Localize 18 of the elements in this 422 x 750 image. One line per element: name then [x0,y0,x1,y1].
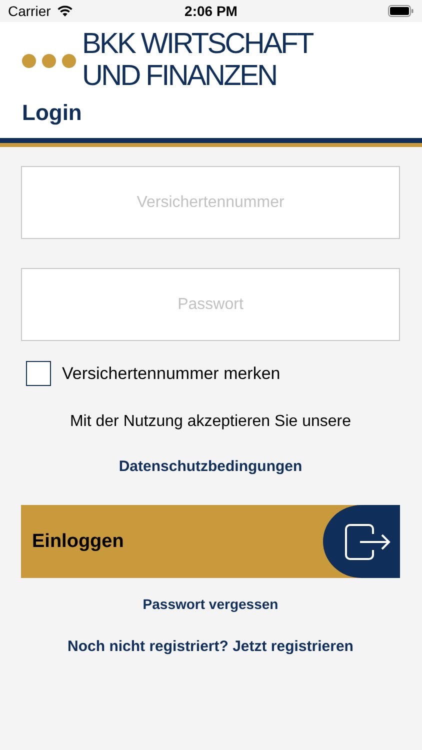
logo-text: BKK WIRTSCHAFT [82,28,312,60]
carrier-label: Carrier [8,3,51,19]
forgot-password-link[interactable]: Passwort vergessen [142,596,278,612]
terms-text: Mit der Nutzung akzeptieren Sie unsere [70,413,352,431]
input-field[interactable]: Passwort [21,268,400,341]
wifi-icon [56,5,73,17]
dots-icon [22,54,76,68]
logo-text: UND FINANZEN [82,60,278,92]
logout-icon [345,524,391,560]
clock-time: 2:06 PM [184,3,238,19]
page-title: Login [22,100,83,126]
input-field[interactable]: Versichertennummer [21,166,400,239]
checkbox-label: Versichertennummer merken [62,364,280,384]
checkbox[interactable] [26,361,51,386]
battery-icon [388,5,414,17]
login-button[interactable]: Einloggen [21,505,400,578]
privacy-link[interactable]: Datenschutzbedingungen [118,458,302,475]
register-link[interactable]: Noch nicht registriert? Jetzt registrieren [68,638,354,655]
